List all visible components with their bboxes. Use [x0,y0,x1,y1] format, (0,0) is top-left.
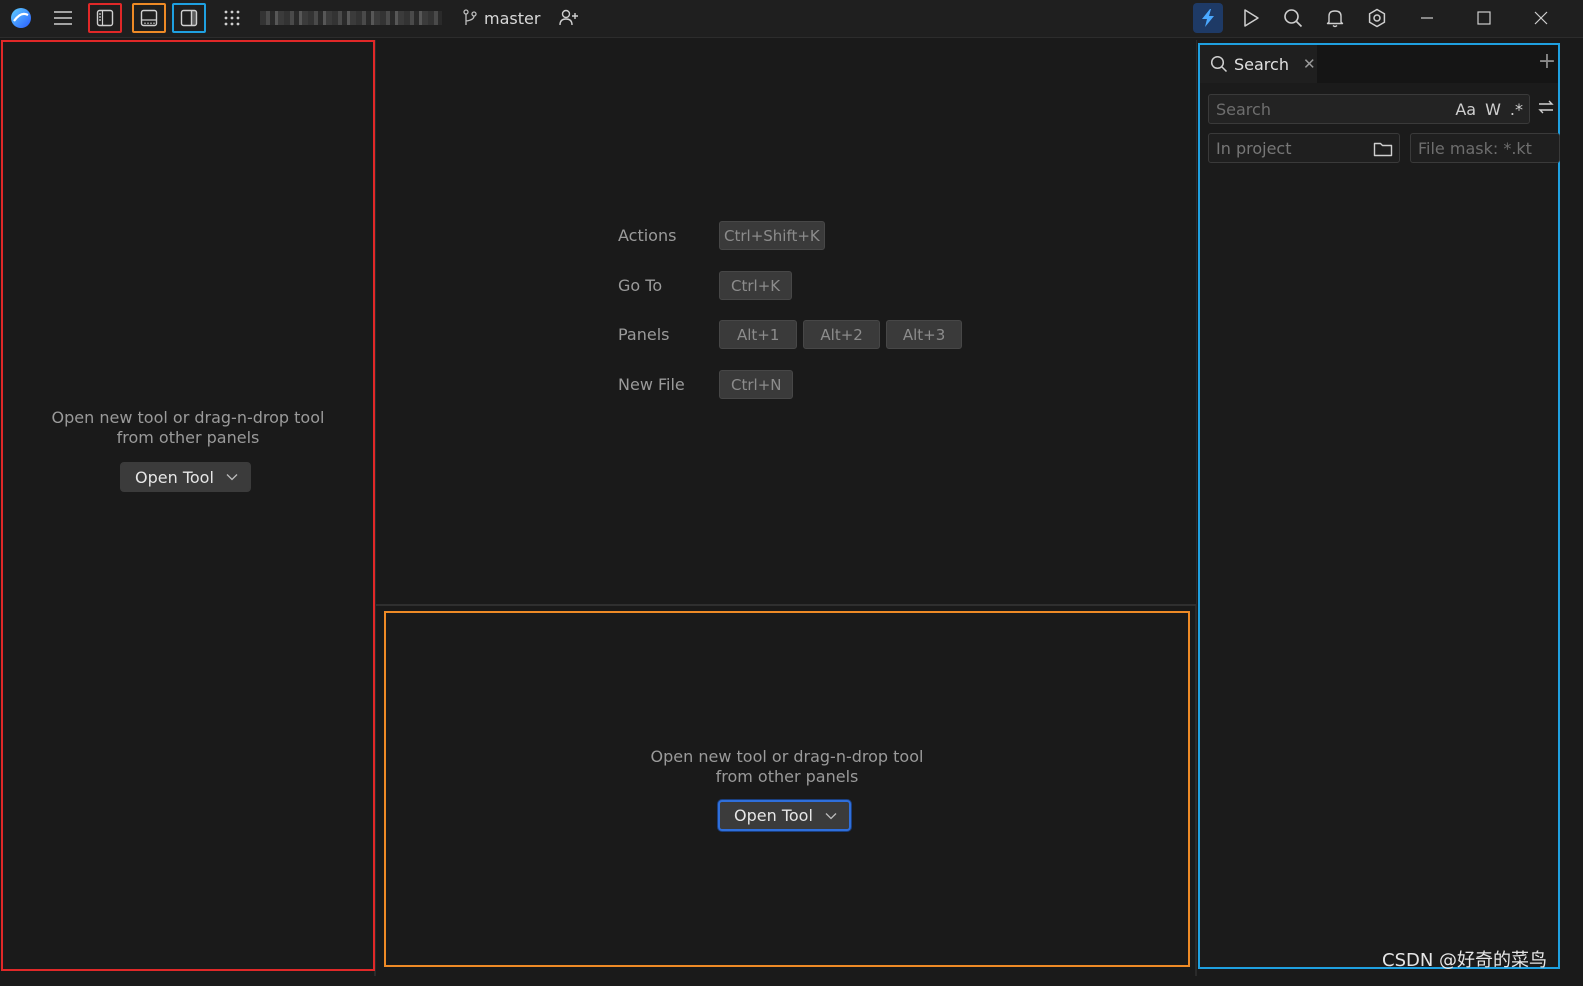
bottom-tool-panel: Open new tool or drag-n-drop tool from o… [384,611,1190,967]
open-tool-label: Open Tool [135,467,214,487]
bottom-panel-icon [140,9,158,27]
shortcut-key: Alt+1 [719,320,798,349]
bottom-open-tool-button[interactable]: Open Tool [718,800,851,831]
bottom-panel-empty-message: Open new tool or drag-n-drop tool from o… [386,747,1188,787]
whole-word-toggle[interactable]: W [1485,100,1501,119]
right-panel-tab-bar: Search ✕ + [1200,45,1558,83]
watermark-text: CSDN @好奇的菜鸟 [1382,950,1548,971]
search-icon[interactable] [1280,0,1306,36]
toggle-left-panel-button[interactable] [88,3,122,33]
git-branch-icon [463,9,477,25]
tab-search[interactable]: Search ✕ [1200,45,1317,83]
bottom-message-line1: Open new tool or drag-n-drop tool [650,747,924,766]
left-panel-icon [96,9,114,27]
branch-selector[interactable]: master [462,0,540,36]
right-panel-icon [180,9,198,27]
search-icon [1210,55,1228,73]
shortcut-key: Alt+2 [803,320,880,349]
left-panel-empty-message: Open new tool or drag-n-drop tool from o… [3,408,373,448]
add-user-icon[interactable] [557,0,581,36]
close-window-icon[interactable] [1527,0,1555,36]
notifications-bell-icon[interactable] [1322,0,1348,36]
search-input[interactable]: Search Aa W .* [1208,94,1530,124]
shortcut-key: Ctrl+Shift+K [719,221,825,250]
maximize-icon[interactable] [1470,0,1498,36]
toggle-bottom-panel-button[interactable] [132,3,166,33]
bottom-message-line2: from other panels [715,767,859,786]
settings-gear-icon[interactable] [1364,0,1390,36]
search-placeholder: Search [1216,99,1271,119]
apps-grid-icon[interactable] [220,0,244,36]
regex-toggle[interactable]: .* [1510,100,1523,119]
branch-name: master [484,8,541,28]
shortcut-key: Ctrl+N [719,370,794,399]
hamburger-menu-icon[interactable] [50,0,76,36]
replace-toggle-icon[interactable] [1537,98,1555,120]
left-tool-panel: Open new tool or drag-n-drop tool from o… [1,40,375,971]
app-logo-icon[interactable] [8,0,34,36]
shortcut-row-goto: Go To Ctrl+K [618,271,798,300]
ai-assistant-button[interactable] [1193,3,1223,33]
left-message-line2: from other panels [116,428,260,447]
file-mask-placeholder: File mask: *.kt [1418,138,1532,158]
match-case-toggle[interactable]: Aa [1455,100,1476,119]
shortcut-row-new-file: New File Ctrl+N [618,370,799,399]
shortcut-key: Ctrl+K [719,271,793,300]
open-tool-label: Open Tool [734,806,813,825]
shortcut-row-panels: Panels Alt+1 Alt+2 Alt+3 [618,320,968,349]
search-scope-field[interactable]: In project [1208,133,1400,163]
run-icon[interactable] [1238,0,1264,36]
minimize-icon[interactable] [1413,0,1441,36]
lightning-bolt-icon [1202,9,1214,27]
close-tab-icon[interactable]: ✕ [1303,55,1316,73]
tab-search-label: Search [1234,54,1289,74]
folder-icon[interactable] [1373,140,1393,158]
right-tool-panel: Search ✕ + Search Aa W .* In project Fil… [1198,43,1560,969]
shortcut-key: Alt+3 [885,320,963,349]
shortcut-label: Actions [618,226,677,245]
shortcut-label: Go To [618,276,663,295]
file-mask-field[interactable]: File mask: *.kt [1410,133,1560,163]
chevron-down-icon [825,812,837,819]
add-tab-icon[interactable]: + [1536,51,1558,73]
shortcut-label: Panels [618,325,670,344]
left-message-line1: Open new tool or drag-n-drop tool [51,408,325,427]
chevron-down-icon [226,474,238,481]
left-open-tool-button[interactable]: Open Tool [120,462,251,492]
project-name-redacted[interactable] [260,11,442,25]
scope-label: In project [1216,138,1292,158]
toggle-right-panel-button[interactable] [172,3,206,33]
shortcut-label: New File [618,375,685,394]
shortcut-row-actions: Actions Ctrl+Shift+K [618,221,831,250]
title-bar: master [0,0,1583,38]
